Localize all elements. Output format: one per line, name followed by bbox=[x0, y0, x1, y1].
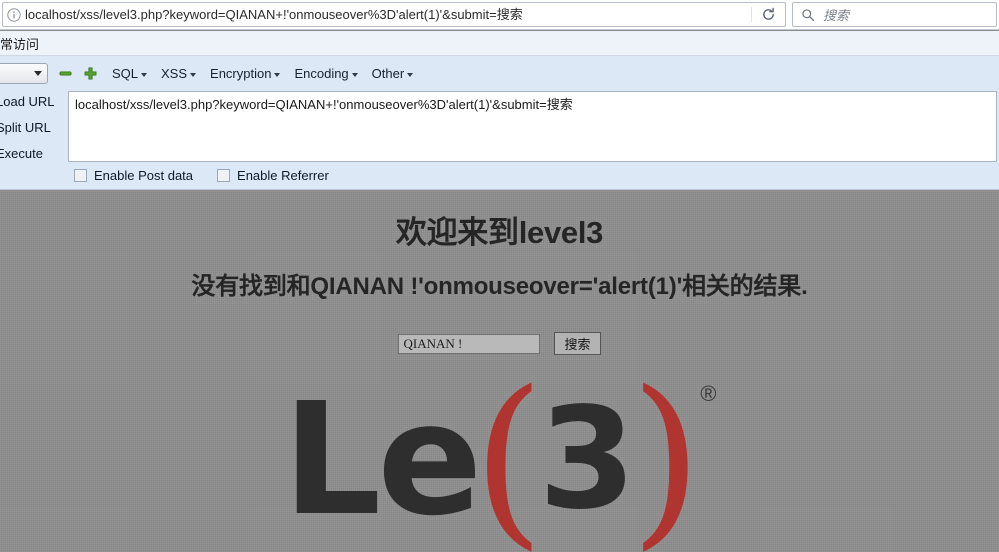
hackbar-options: Enable Post data Enable Referrer bbox=[74, 168, 353, 183]
plus-icon[interactable] bbox=[82, 63, 98, 83]
keyword-search-form: 搜索 bbox=[0, 332, 999, 355]
hackbar-url-textarea[interactable]: localhost/xss/level3.php?keyword=QIANAN+… bbox=[68, 91, 997, 162]
checkbox-icon bbox=[74, 169, 87, 182]
browser-toolbar: localhost/xss/level3.php?keyword=QIANAN+… bbox=[0, 0, 999, 30]
hackbar-menu-encryption[interactable]: Encryption bbox=[210, 65, 281, 81]
hackbar-toolbar: SQL XSS Encryption Encoding Other bbox=[0, 61, 414, 85]
reload-icon[interactable] bbox=[751, 7, 785, 22]
enable-post-data-checkbox[interactable]: Enable Post data bbox=[74, 168, 193, 183]
hackbar-menu-encoding[interactable]: Encoding bbox=[294, 65, 358, 81]
hackbar-menu-encoding-label: Encoding bbox=[294, 65, 349, 81]
hackbar-menu-sql[interactable]: SQL bbox=[112, 65, 148, 81]
enable-post-data-label: Enable Post data bbox=[94, 168, 194, 183]
address-bar[interactable]: localhost/xss/level3.php?keyword=QIANAN+… bbox=[2, 2, 786, 27]
url-text[interactable]: localhost/xss/level3.php?keyword=QIANAN+… bbox=[25, 3, 751, 27]
hackbar-menu-encryption-label: Encryption bbox=[210, 65, 272, 81]
chevron-down-icon bbox=[34, 70, 42, 76]
page-subtitle: 没有找到和QIANAN !'onmouseover='alert(1)'相关的结… bbox=[191, 273, 808, 300]
page-title: 欢迎来到level3 bbox=[395, 215, 604, 250]
browser-search-box[interactable]: 搜索 bbox=[792, 2, 997, 27]
keyword-input[interactable] bbox=[398, 333, 541, 354]
enable-referrer-checkbox[interactable]: Enable Referrer bbox=[217, 168, 329, 183]
hackbar-menu-xss[interactable]: XSS bbox=[161, 65, 197, 81]
keyword-submit-button[interactable]: 搜索 bbox=[554, 332, 601, 355]
chevron-down-icon bbox=[351, 72, 358, 77]
hackbar-action-list: Load URL Split URL Execute bbox=[0, 89, 62, 167]
hackbar-panel: SQL XSS Encryption Encoding Other Load U… bbox=[0, 56, 999, 190]
logo-left-paren: ( bbox=[472, 351, 545, 552]
bookmarks-bar: 常访问 bbox=[0, 31, 999, 56]
split-url-button[interactable]: Split URL bbox=[0, 115, 62, 141]
hackbar-menu-other[interactable]: Other bbox=[372, 66, 414, 81]
chevron-down-icon bbox=[141, 72, 148, 77]
execute-button[interactable]: Execute bbox=[0, 141, 62, 167]
chevron-down-icon bbox=[274, 72, 281, 77]
logo-right-paren: ) bbox=[630, 351, 703, 552]
hackbar-history-select[interactable] bbox=[0, 62, 48, 84]
load-url-button[interactable]: Load URL bbox=[0, 89, 62, 115]
logo-word: Le bbox=[282, 369, 483, 550]
browser-search-placeholder: 搜索 bbox=[823, 8, 850, 23]
registered-trademark-icon: ® bbox=[700, 381, 717, 406]
info-circle-icon[interactable] bbox=[3, 7, 25, 22]
search-icon bbox=[801, 8, 815, 22]
chevron-down-icon bbox=[190, 72, 197, 77]
enable-referrer-label: Enable Referrer bbox=[237, 168, 329, 183]
level-logo: Le ( 3 ) ® bbox=[0, 367, 999, 552]
hackbar-menu-sql-label: SQL bbox=[112, 65, 139, 81]
page-content: 欢迎来到level3 没有找到和QIANAN !'onmouseover='al… bbox=[0, 191, 999, 552]
minus-icon[interactable] bbox=[57, 63, 73, 83]
hackbar-menu-other-label: Other bbox=[371, 65, 405, 81]
logo-number: 3 bbox=[538, 377, 637, 541]
hackbar-menu-xss-label: XSS bbox=[161, 65, 188, 81]
checkbox-icon bbox=[217, 169, 231, 182]
bookmark-item-frequent[interactable]: 常访问 bbox=[0, 34, 45, 53]
chevron-down-icon bbox=[407, 72, 414, 77]
